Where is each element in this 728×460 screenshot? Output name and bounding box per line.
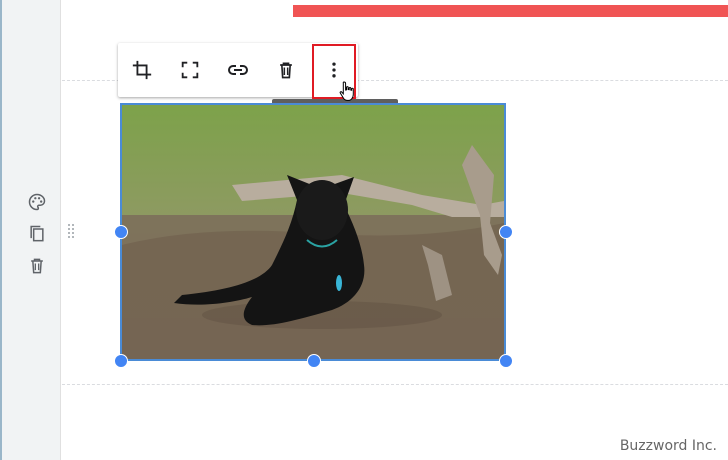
palette-icon[interactable]	[26, 191, 48, 213]
resize-handle-right[interactable]	[499, 225, 513, 239]
copy-icon[interactable]	[26, 223, 48, 245]
crop-icon[interactable]	[125, 53, 159, 87]
link-icon[interactable]	[221, 53, 255, 87]
delete-icon[interactable]	[269, 53, 303, 87]
block-separator-bottom	[62, 384, 728, 385]
selected-image[interactable]	[120, 103, 506, 361]
left-rail	[0, 0, 61, 460]
resize-handle-left[interactable]	[114, 225, 128, 239]
rail-edge	[0, 0, 2, 460]
resize-handle-bottom-right[interactable]	[499, 354, 513, 368]
resize-handle-bottom-left[interactable]	[114, 354, 128, 368]
top-accent-bar	[293, 5, 728, 17]
drag-handle-icon[interactable]	[67, 222, 75, 240]
fullscreen-icon[interactable]	[173, 53, 207, 87]
resize-handle-bottom[interactable]	[307, 354, 321, 368]
watermark: Buzzword Inc.	[619, 438, 717, 454]
trash-icon[interactable]	[26, 255, 48, 277]
